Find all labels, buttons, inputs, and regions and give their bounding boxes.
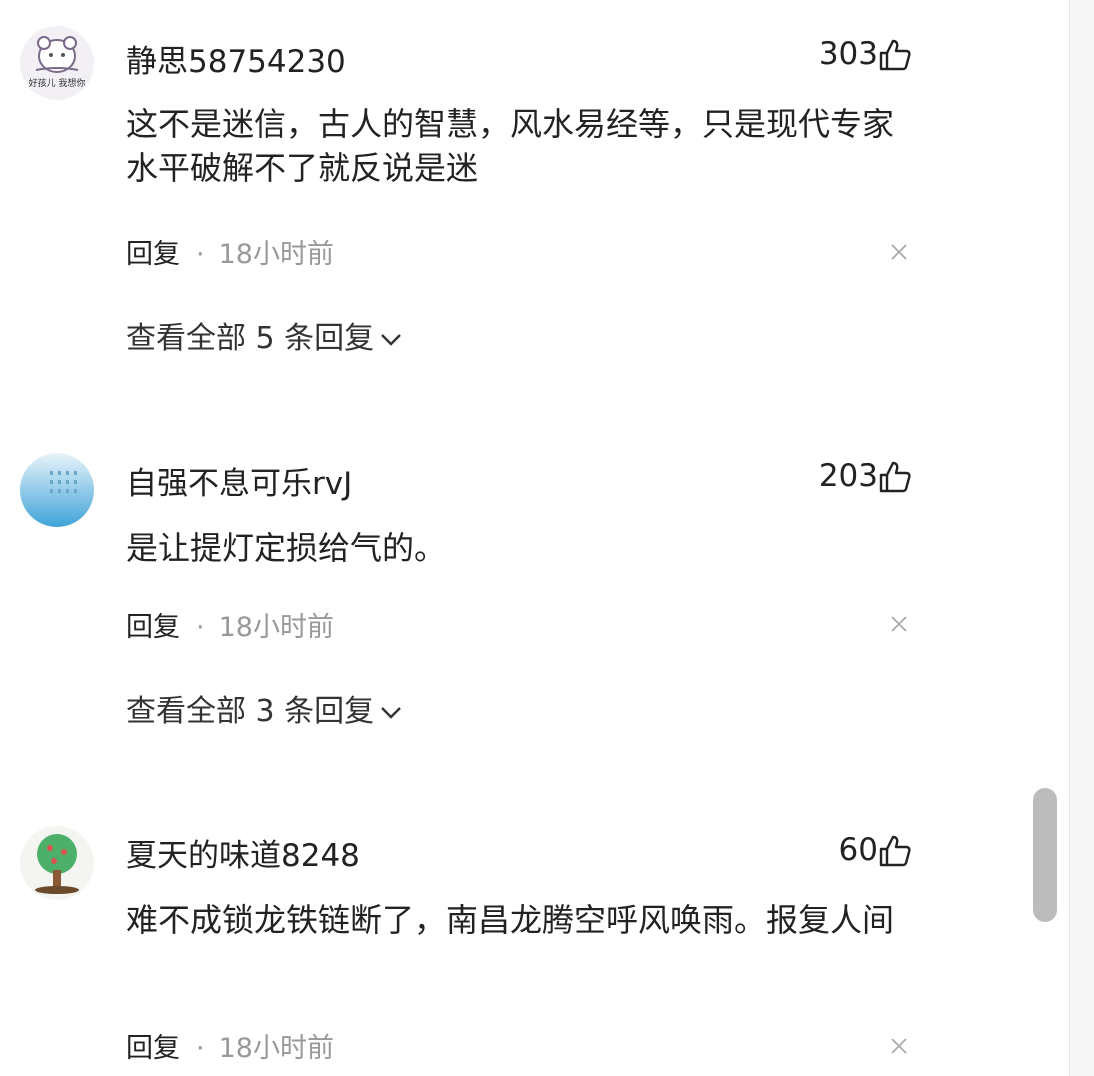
meta-separator: · (196, 612, 205, 643)
close-icon[interactable] (889, 614, 909, 634)
comment-text: 这不是迷信，古人的智慧，风水易经等，只是现代专家水平破解不了就反说是迷 (126, 105, 895, 187)
blue-sky-avatar-icon (20, 453, 94, 527)
like-count: 60 (838, 832, 878, 868)
username[interactable]: 夏天的味道8248 (126, 830, 360, 875)
comment-item: 好孩儿 我想你 静思58754230 303 这不是迷信，古人的智慧，风水易经等… (0, 0, 1060, 380)
reply-button[interactable]: 回复 (126, 612, 180, 643)
thumbs-up-icon[interactable] (878, 460, 912, 494)
comment-meta: 回复 · 18小时前 (126, 1026, 334, 1065)
comment-item: 自强不息可乐rvJ 203 是让提灯定损给气的。 回复 · 18小时前 查看全部 3… (0, 400, 1060, 760)
thumbs-up-icon[interactable] (878, 38, 912, 72)
bear-cartoon-avatar-icon: 好孩儿 我想你 (20, 26, 94, 100)
comment-text: 难不成锁龙铁链断了，南昌龙腾空呼风唤雨。报复人间 (126, 901, 895, 939)
like-count: 203 (818, 458, 878, 494)
comment-meta: 回复 · 18小时前 (126, 232, 334, 271)
reply-button[interactable]: 回复 (126, 239, 180, 270)
meta-separator: · (196, 239, 205, 270)
like-count: 303 (818, 36, 878, 72)
chevron-down-icon (381, 333, 402, 346)
comment-item: 夏天的味道8248 60 难不成锁龙铁链断了，南昌龙腾空呼风唤雨。报复人间 回复… (0, 780, 1060, 1076)
chevron-down-icon (381, 706, 402, 719)
avatar[interactable] (20, 453, 94, 527)
comment-text: 是让提灯定损给气的。 (126, 529, 447, 567)
close-icon[interactable] (889, 242, 909, 262)
timestamp: 18小时前 (218, 239, 334, 270)
timestamp: 18小时前 (218, 612, 334, 643)
username[interactable]: 静思58754230 (126, 36, 346, 81)
meta-separator: · (196, 1033, 205, 1064)
avatar[interactable] (20, 826, 94, 900)
avatar[interactable]: 好孩儿 我想你 (20, 26, 94, 100)
timestamp: 18小时前 (218, 1033, 334, 1064)
tree-avatar-icon (20, 826, 94, 900)
comment-meta: 回复 · 18小时前 (126, 605, 334, 644)
view-all-replies-label: 查看全部 5 条回复 (126, 321, 375, 356)
window-edge (1069, 0, 1094, 1076)
view-all-replies-button[interactable]: 查看全部 3 条回复 (126, 686, 402, 730)
avatar-caption: 好孩儿 我想你 (29, 77, 86, 89)
close-icon[interactable] (889, 1036, 909, 1056)
view-all-replies-label: 查看全部 3 条回复 (126, 694, 375, 729)
reply-button[interactable]: 回复 (126, 1033, 180, 1064)
thumbs-up-icon[interactable] (878, 834, 912, 868)
view-all-replies-button[interactable]: 查看全部 5 条回复 (126, 313, 402, 357)
username[interactable]: 自强不息可乐rvJ (126, 458, 352, 503)
